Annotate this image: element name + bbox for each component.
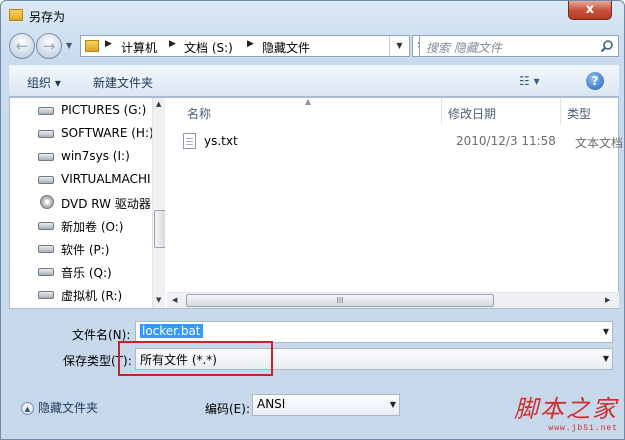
- new-folder-button[interactable]: 新建文件夹: [93, 74, 153, 91]
- chevron-right-icon[interactable]: ▶: [105, 39, 112, 49]
- chevron-right-icon[interactable]: ▶: [169, 39, 176, 49]
- text-file-icon: [183, 133, 196, 149]
- scroll-up-icon[interactable]: ▲: [156, 100, 161, 108]
- breadcrumb-hidden-files[interactable]: 隐藏文件: [262, 39, 310, 56]
- chevron-down-icon[interactable]: ▼: [603, 354, 609, 363]
- sidebar-item-software[interactable]: SOFTWARE (H:): [38, 124, 158, 144]
- folder-icon: [85, 40, 99, 52]
- sidebar-item-dvd-drive[interactable]: DVD RW 驱动器: [38, 193, 158, 213]
- help-button[interactable]: ?: [586, 72, 604, 90]
- sidebar-item-virtualmachine[interactable]: VIRTUALMACHI: [38, 170, 158, 190]
- file-list: ▲ 名称 修改日期 类型 ys.txt 2010/12/3 11:58 文本文档: [167, 97, 623, 308]
- sidebar-item-label: PICTURES (G:): [61, 103, 147, 117]
- sidebar-item-label: 软件 (P:): [61, 243, 110, 257]
- command-toolbar: 组织 ▾ 新建文件夹 ☷ ▾ ?: [9, 65, 619, 97]
- sidebar-item-win7sys[interactable]: win7sys (I:): [38, 147, 158, 167]
- back-button[interactable]: ←: [9, 33, 35, 59]
- scroll-down-icon[interactable]: ▼: [156, 296, 161, 304]
- horizontal-scrollbar[interactable]: ◀ III ▶: [167, 292, 619, 308]
- title-bar[interactable]: 另存为 x: [1, 1, 624, 31]
- recent-pages-dropdown-icon[interactable]: ▼: [66, 41, 72, 50]
- sidebar-item-label: VIRTUALMACHI: [61, 172, 151, 186]
- drive-icon: [38, 153, 54, 161]
- hide-folders-label: 隐藏文件夹: [38, 401, 99, 415]
- sidebar-item-music[interactable]: 音乐 (Q:): [38, 262, 158, 282]
- search-icon[interactable]: [600, 39, 614, 53]
- scroll-thumb[interactable]: III: [186, 294, 494, 307]
- search-input[interactable]: 搜索 隐藏文件: [419, 35, 619, 57]
- sidebar-item-label: 新加卷 (O:): [61, 220, 124, 234]
- sidebar-item-label: DVD RW 驱动器: [61, 197, 151, 211]
- sidebar-item-label: 音乐 (Q:): [61, 266, 112, 280]
- drive-icon: [38, 107, 54, 115]
- collapse-icon: ▲: [21, 402, 34, 415]
- hide-folders-button[interactable]: ▲ 隐藏文件夹: [21, 399, 98, 416]
- drive-icon: [38, 245, 54, 253]
- forward-button[interactable]: →: [36, 33, 62, 59]
- sidebar-item-pictures[interactable]: PICTURES (G:): [38, 101, 158, 121]
- column-header-name[interactable]: 名称: [181, 98, 441, 124]
- highlight-annotation: [118, 341, 273, 376]
- encoding-value: ANSI: [257, 397, 286, 411]
- watermark-url: www.jb51.net: [548, 424, 618, 433]
- scroll-right-icon[interactable]: ▶: [605, 296, 610, 304]
- drive-icon: [38, 291, 54, 299]
- filename-field[interactable]: locker.bat ▼: [135, 321, 613, 343]
- filename-value[interactable]: locker.bat: [140, 324, 203, 338]
- search-placeholder: 搜索 隐藏文件: [426, 41, 502, 55]
- column-header-date[interactable]: 修改日期: [442, 98, 560, 124]
- watermark: 脚本之家 www.jb51.net: [514, 389, 618, 433]
- scroll-left-icon[interactable]: ◀: [172, 296, 177, 304]
- close-button[interactable]: x: [568, 1, 612, 20]
- file-date: 2010/12/3 11:58: [456, 134, 556, 148]
- navigation-pane: PICTURES (G:) SOFTWARE (H:) win7sys (I:)…: [10, 98, 165, 308]
- sidebar-item-software-p[interactable]: 软件 (P:): [38, 239, 158, 259]
- sidebar-item-virtual-machine[interactable]: 虚拟机 (R:): [38, 285, 158, 305]
- organize-button[interactable]: 组织 ▾: [27, 74, 61, 91]
- sidebar-item-new-volume[interactable]: 新加卷 (O:): [38, 216, 158, 236]
- address-dropdown-icon[interactable]: ▼: [389, 36, 409, 56]
- drive-icon: [38, 222, 54, 230]
- chevron-down-icon[interactable]: ▼: [603, 327, 609, 336]
- file-name: ys.txt: [204, 134, 238, 148]
- breadcrumb-documents[interactable]: 文档 (S:): [184, 39, 233, 56]
- file-type: 文本文档: [575, 136, 624, 150]
- sidebar-item-label: 虚拟机 (R:): [61, 289, 123, 303]
- address-bar[interactable]: ▶ 计算机 ▶ 文档 (S:) ▶ 隐藏文件 ▼: [80, 35, 410, 57]
- breadcrumb-computer[interactable]: 计算机: [121, 39, 157, 56]
- dvd-icon: [40, 195, 54, 209]
- sidebar-item-label: SOFTWARE (H:): [61, 126, 154, 140]
- watermark-text: 脚本之家: [514, 395, 618, 423]
- view-options-button[interactable]: ☷ ▾: [519, 74, 549, 90]
- chevron-right-icon[interactable]: ▶: [247, 39, 254, 49]
- drive-icon: [38, 130, 54, 138]
- sidebar-item-label: win7sys (I:): [61, 149, 130, 163]
- encoding-label: 编码(E):: [205, 402, 250, 416]
- save-as-dialog: 另存为 x ← → ▼ ▶ 计算机 ▶ 文档 (S:) ▶ 隐藏文件 ▼ ⇆ 搜…: [0, 0, 625, 440]
- folder-icon: [9, 9, 23, 21]
- vertical-scrollbar[interactable]: ▲ ▼: [152, 98, 165, 308]
- chevron-down-icon[interactable]: ▼: [390, 400, 396, 409]
- file-row[interactable]: ys.txt 2010/12/3 11:58 文本文档: [183, 132, 623, 152]
- encoding-select[interactable]: ANSI ▼: [252, 394, 400, 416]
- column-header-type[interactable]: 类型: [561, 98, 619, 124]
- navigation-bar: ← → ▼ ▶ 计算机 ▶ 文档 (S:) ▶ 隐藏文件 ▼ ⇆ 搜索 隐藏文件: [9, 33, 619, 59]
- window-title: 另存为: [29, 10, 66, 24]
- scroll-thumb[interactable]: [154, 210, 165, 248]
- browser-panes: PICTURES (G:) SOFTWARE (H:) win7sys (I:)…: [9, 97, 623, 309]
- drive-icon: [38, 268, 54, 276]
- drive-icon: [38, 176, 54, 184]
